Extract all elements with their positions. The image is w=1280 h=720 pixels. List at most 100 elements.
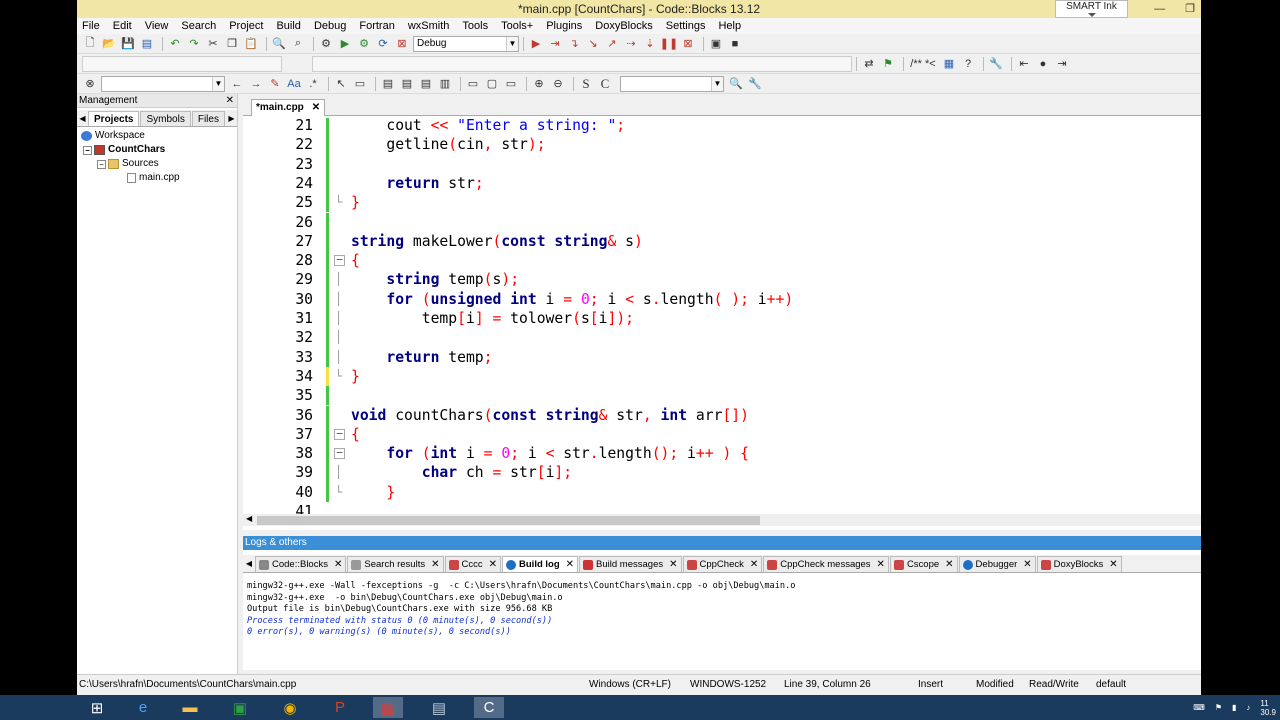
align-justify-icon[interactable]: ▥: [437, 76, 453, 92]
tab-cppcheck[interactable]: CppCheck ✕: [682, 556, 763, 572]
menu-plugins[interactable]: Plugins: [546, 18, 582, 34]
menu-wxsmith[interactable]: wxSmith: [408, 18, 450, 34]
smart-app-icon[interactable]: C: [474, 697, 504, 718]
menu-search[interactable]: Search: [181, 18, 216, 34]
menu-fortran[interactable]: Fortran: [359, 18, 394, 34]
code-line[interactable]: 35: [243, 386, 1201, 406]
open-icon[interactable]: 📂: [101, 36, 117, 52]
start-windows-icon[interactable]: ⊞: [82, 697, 112, 718]
tools-icon[interactable]: 🔧: [988, 56, 1004, 72]
jump-icon[interactable]: ⇄: [861, 56, 877, 72]
step-out-icon[interactable]: ↗: [604, 36, 620, 52]
symbol-select[interactable]: ▼: [620, 75, 724, 92]
tree-item-project[interactable]: − CountChars: [77, 143, 237, 157]
paste-icon[interactable]: 📋: [243, 36, 259, 52]
arrow-right-icon[interactable]: →: [248, 76, 264, 92]
code-line[interactable]: 22 getline(cin, str);: [243, 135, 1201, 155]
stop-debug-icon[interactable]: ⊠: [680, 36, 696, 52]
tab-cccc[interactable]: Cccc ✕: [444, 556, 502, 572]
code-line[interactable]: 24 return str;: [243, 173, 1201, 194]
maximize-icon[interactable]: ❐: [1185, 0, 1195, 18]
zoom-in-icon[interactable]: ⊕: [531, 76, 547, 92]
smart-ink-widget[interactable]: SMART Ink: [1055, 0, 1128, 18]
close-icon[interactable]: ✕: [1023, 557, 1031, 572]
close-icon[interactable]: ✕: [877, 557, 885, 572]
menu-tools-plus[interactable]: Tools+: [501, 18, 533, 34]
close-icon[interactable]: ✕: [226, 94, 234, 108]
menu-project[interactable]: Project: [229, 18, 263, 34]
menu-tools[interactable]: Tools: [462, 18, 488, 34]
fold-collapse-icon[interactable]: −: [334, 447, 345, 460]
code-line[interactable]: 28 −{: [243, 251, 1201, 271]
redo-icon[interactable]: ↷: [186, 36, 202, 52]
align-left-icon[interactable]: ▤: [380, 76, 396, 92]
store-icon[interactable]: ▣: [225, 697, 255, 718]
close-icon[interactable]: ✕: [1109, 557, 1117, 572]
align-right-icon[interactable]: ▤: [418, 76, 434, 92]
clock[interactable]: 11 30.9: [1260, 699, 1276, 717]
flag-icon[interactable]: ⚑: [1215, 703, 1222, 712]
zoom-out-icon[interactable]: ⊖: [550, 76, 566, 92]
close-icon[interactable]: ✕: [566, 557, 574, 572]
keyboard-icon[interactable]: ⌨: [1193, 703, 1205, 712]
code-line[interactable]: 29 │ string temp(s);: [243, 270, 1201, 290]
tab-files[interactable]: Files: [191, 110, 225, 126]
wrench-icon[interactable]: 🔧: [747, 76, 763, 92]
c-icon[interactable]: C: [597, 76, 613, 92]
tab-cscope[interactable]: Cscope ✕: [889, 556, 958, 572]
tree-item-main-cpp[interactable]: main.cpp: [77, 171, 237, 185]
code-area[interactable]: 21 cout << "Enter a string: "; 22 getline…: [243, 118, 1201, 514]
tab-scroll-left-icon[interactable]: ◀: [243, 559, 255, 568]
build-target-select[interactable]: Debug ▼: [413, 35, 519, 52]
menu-doxyblocks[interactable]: DoxyBlocks: [595, 18, 652, 34]
debug-continue-icon[interactable]: ▶: [528, 36, 544, 52]
doxy-extract-icon[interactable]: ▦: [941, 56, 957, 72]
s-icon[interactable]: S: [578, 76, 594, 92]
tree-item-sources[interactable]: − Sources: [77, 157, 237, 171]
code-line[interactable]: 25 └}: [243, 193, 1201, 213]
code-line[interactable]: 30 │ for (unsigned int i = 0; i < s.lengt…: [243, 289, 1201, 309]
build-gear-icon[interactable]: ⚙: [318, 36, 334, 52]
code-line[interactable]: 38 − for (int i = 0; i < str.length(); i+…: [243, 444, 1201, 464]
box-icon[interactable]: ▭: [465, 76, 481, 92]
next-bookmark-icon[interactable]: ⇥: [1054, 56, 1070, 72]
copy-icon[interactable]: ❐: [224, 36, 240, 52]
rebuild-icon[interactable]: ⟳: [375, 36, 391, 52]
close-icon[interactable]: ✕: [312, 100, 320, 116]
powerpoint-icon[interactable]: P: [325, 697, 355, 718]
step-into-icon[interactable]: ↘: [585, 36, 601, 52]
collapse-icon[interactable]: −: [97, 159, 106, 169]
doxy-help-icon[interactable]: ?: [960, 56, 976, 72]
arrow-left-icon[interactable]: ←: [229, 76, 245, 92]
minimize-icon[interactable]: —: [1154, 0, 1165, 18]
code-line[interactable]: 36 void countChars(const string& str, int…: [243, 405, 1201, 425]
abort-icon[interactable]: ⊠: [394, 36, 410, 52]
step-instruction-icon[interactable]: ⇣: [642, 36, 658, 52]
tab-search-results[interactable]: Search results ✕: [347, 556, 444, 572]
close-icon[interactable]: ✕: [945, 557, 953, 572]
collapse-icon[interactable]: −: [83, 145, 92, 155]
code-line[interactable]: 23: [243, 154, 1201, 174]
code-line[interactable]: 41: [243, 502, 1201, 514]
debug-windows-icon[interactable]: ▣: [708, 36, 724, 52]
toggle-bookmark-icon[interactable]: ●: [1035, 56, 1051, 72]
scrollbar-thumb[interactable]: [257, 516, 760, 525]
code-line[interactable]: 34 └}: [243, 366, 1201, 387]
menu-help[interactable]: Help: [718, 18, 741, 34]
prev-bookmark-icon[interactable]: ⇤: [1016, 56, 1032, 72]
rounded-box-icon[interactable]: ▢: [484, 76, 500, 92]
code-line[interactable]: 27 string makeLower(const string& s): [243, 231, 1201, 252]
close-icon[interactable]: ✕: [334, 557, 342, 572]
select-pointer-icon[interactable]: ↖: [333, 76, 349, 92]
tree-item-workspace[interactable]: Workspace: [77, 129, 237, 143]
tab-projects[interactable]: Projects: [88, 110, 140, 126]
cut-icon[interactable]: ✂: [205, 36, 221, 52]
network-icon[interactable]: ▮: [1232, 703, 1236, 712]
tab-scroll-left-icon[interactable]: ◀: [77, 114, 88, 123]
internet-explorer-icon[interactable]: e: [128, 697, 158, 718]
close-icon[interactable]: ✕: [669, 557, 677, 572]
clear-icon[interactable]: ⊗: [82, 76, 98, 92]
rectangle-icon[interactable]: ▭: [352, 76, 368, 92]
tab-cppcheck-messages[interactable]: CppCheck messages ✕: [763, 556, 889, 572]
tab-build-messages[interactable]: Build messages ✕: [579, 556, 682, 572]
